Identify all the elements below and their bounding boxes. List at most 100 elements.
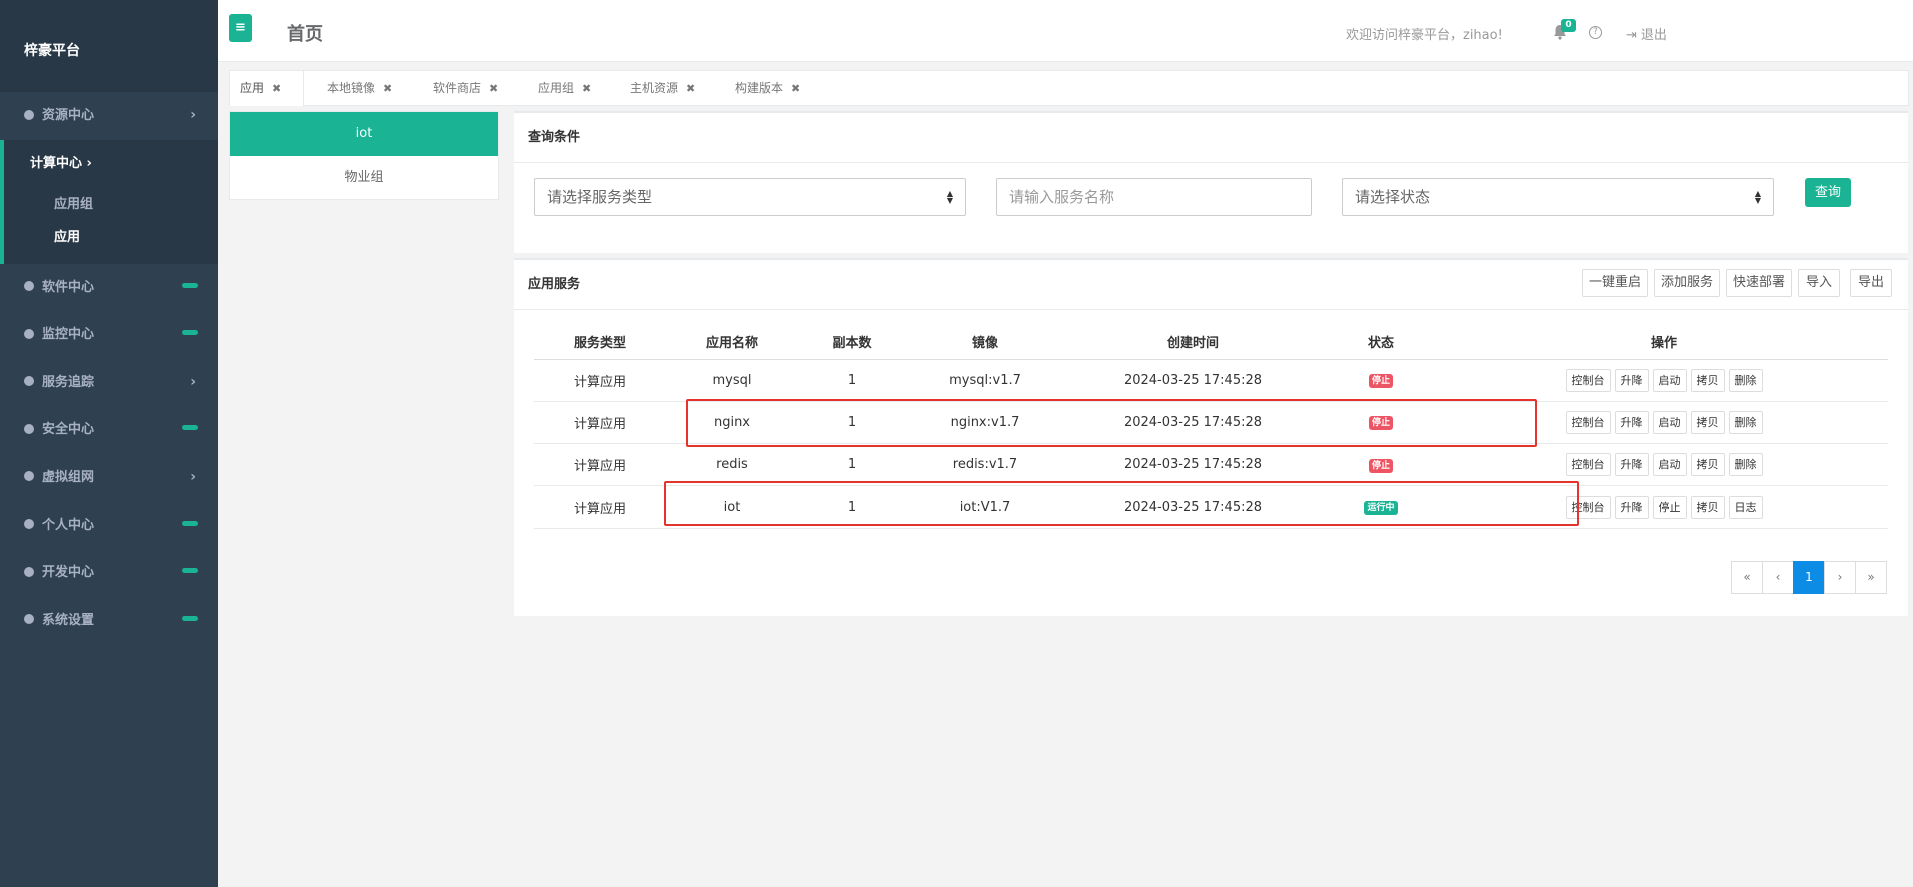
welcome-text: 欢迎访问梓豪平台，zihao! [1346,28,1503,43]
nav-label: 监控中心 [42,327,95,343]
status-pill [182,425,198,431]
copy-button[interactable]: 拷贝 [1690,410,1725,434]
close-icon[interactable]: ✖ [272,82,281,95]
cell-type: 计算应用 [534,359,666,402]
cell-image: redis:v1.7 [906,443,1064,487]
page-title: 首页 [287,24,323,45]
nav-software-center[interactable]: 软件中心 [0,264,218,312]
close-icon[interactable]: ✖ [791,82,800,95]
sub-item-app[interactable]: 应用 [30,221,218,254]
service-type-select[interactable]: 请选择服务类型 ▲ ▼ [534,178,966,216]
help-icon[interactable]: ? [1589,26,1602,39]
cell-replicas: 1 [798,443,906,487]
delete-button[interactable]: 删除 [1728,410,1763,434]
import-button[interactable]: 导入 [1798,269,1840,297]
cell-status: 停止 [1322,359,1440,402]
scale-button[interactable]: 升降 [1614,453,1649,477]
first-page-button[interactable]: « [1731,561,1763,594]
last-page-button[interactable]: » [1855,561,1887,594]
page-button[interactable]: 1 [1793,561,1825,594]
scale-button[interactable]: 升降 [1614,495,1649,519]
globe-icon [24,471,34,482]
close-icon[interactable]: ✖ [383,82,392,95]
pagination: « ‹ 1 › » [1731,561,1887,594]
brand-logo: 梓豪平台 [0,0,218,92]
start-button[interactable]: 启动 [1652,368,1687,392]
service-type-placeholder: 请选择服务类型 [547,188,653,206]
nav-label: 资源中心 [42,108,95,123]
globe-icon [24,328,34,339]
console-button[interactable]: 控制台 [1565,368,1611,392]
nav-dev-center[interactable]: 开发中心 [0,549,218,597]
close-icon[interactable]: ✖ [582,82,591,95]
status-placeholder: 请选择状态 [1355,188,1431,206]
nav-label: 虚拟组网 [42,469,95,485]
globe-icon [24,519,34,530]
tab-label: 应用 [240,81,265,95]
status-badge: 停止 [1368,374,1393,389]
status-select[interactable]: 请选择状态 ▲ ▼ [1342,178,1774,216]
nav-resource-center[interactable]: 资源中心 › [0,92,218,140]
console-button[interactable]: 控制台 [1565,410,1611,434]
nav-compute-header[interactable]: 计算中心 › [30,140,218,188]
tab-app[interactable]: 应用 ✖ [230,71,304,106]
chevron-down-icon: › [86,155,92,171]
add-service-button[interactable]: 添加服务 [1654,269,1720,297]
tab-host-resources[interactable]: 主机资源 ✖ [620,71,705,106]
export-button[interactable]: 导出 [1850,269,1892,297]
cell-type: 计算应用 [534,485,666,529]
table-row: 计算应用 redis 1 redis:v1.7 2024-03-25 17:45… [534,443,1888,487]
log-button[interactable]: 日志 [1728,495,1763,519]
chevron-right-icon: › [190,373,196,390]
cell-ops: 控制台 升降 启动 拷贝 删除 [1440,443,1888,487]
menu-toggle-button[interactable]: ≡ [229,14,252,42]
group-item-property[interactable]: 物业组 [230,156,498,200]
tab-app-group[interactable]: 应用组 ✖ [528,71,601,106]
tab-label: 主机资源 [630,81,679,95]
start-button[interactable]: 启动 [1652,410,1687,434]
group-item-iot[interactable]: iot [230,112,498,156]
next-page-button[interactable]: › [1824,561,1856,594]
restart-all-button[interactable]: 一键重启 [1582,269,1648,297]
sub-item-app-group[interactable]: 应用组 [30,188,218,221]
column-header: 服务类型 [534,324,666,360]
logout-button[interactable]: ⇥ 退出 [1626,24,1667,43]
scale-button[interactable]: 升降 [1614,410,1649,434]
service-name-input[interactable]: 请输入服务名称 [996,178,1312,216]
tab-bar: 应用 ✖ 本地镜像 ✖ 软件商店 ✖ 应用组 ✖ 主机资源 ✖ 构建版本 ✖ [229,70,1909,106]
nav-monitor-center[interactable]: 监控中心 [0,311,218,359]
column-header: 镜像 [906,324,1064,360]
nav-label: 系统设置 [42,612,95,628]
nav-personal-center[interactable]: 个人中心 [0,502,218,550]
nav-service-tracing[interactable]: 服务追踪 › [0,359,218,407]
globe-icon [24,614,34,625]
close-icon[interactable]: ✖ [489,82,498,95]
console-button[interactable]: 控制台 [1565,453,1611,477]
cell-status: 停止 [1322,443,1440,487]
tab-software-store[interactable]: 软件商店 ✖ [423,71,508,106]
stop-button[interactable]: 停止 [1652,495,1687,519]
tab-build-versions[interactable]: 构建版本 ✖ [725,71,810,106]
nav-virtual-network[interactable]: 虚拟组网 › [0,454,218,502]
globe-icon [24,376,34,387]
table-row: 计算应用 mysql 1 mysql:v1.7 2024-03-25 17:45… [534,359,1888,402]
start-button[interactable]: 启动 [1652,453,1687,477]
copy-button[interactable]: 拷贝 [1690,495,1725,519]
copy-button[interactable]: 拷贝 [1690,368,1725,392]
quick-deploy-button[interactable]: 快速部署 [1726,269,1792,297]
cell-type: 计算应用 [534,401,666,445]
nav-security-center[interactable]: 安全中心 [0,406,218,454]
tab-local-images[interactable]: 本地镜像 ✖ [317,71,402,106]
cell-name: mysql [666,359,798,402]
delete-button[interactable]: 删除 [1728,368,1763,392]
nav-system-settings[interactable]: 系统设置 [0,597,218,645]
scale-button[interactable]: 升降 [1614,368,1649,392]
column-header: 操作 [1440,324,1888,360]
delete-button[interactable]: 删除 [1728,453,1763,477]
cell-type: 计算应用 [534,443,666,487]
nav-compute-center[interactable]: 计算中心 › 应用组 应用 [0,139,218,264]
query-button[interactable]: 查询 [1805,178,1851,207]
close-icon[interactable]: ✖ [686,82,695,95]
prev-page-button[interactable]: ‹ [1762,561,1794,594]
copy-button[interactable]: 拷贝 [1690,453,1725,477]
